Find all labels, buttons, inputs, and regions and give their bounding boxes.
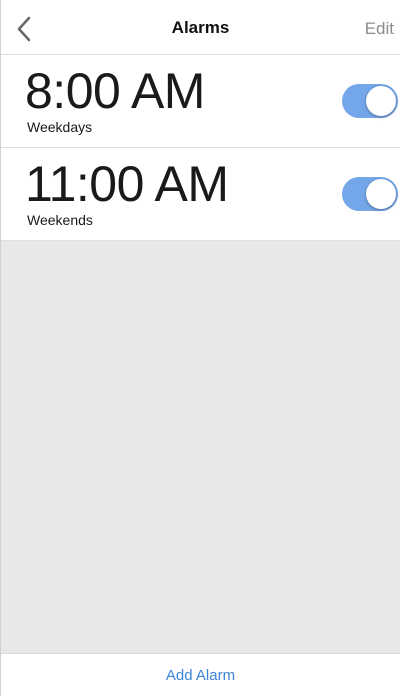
alarm-days: Weekends — [27, 212, 93, 228]
back-button[interactable] — [13, 14, 37, 44]
footer-bar: Add Alarm — [1, 653, 400, 696]
navigation-bar: Alarms Edit — [1, 0, 400, 55]
alarm-time: 11:00 AM — [25, 156, 229, 212]
alarm-toggle[interactable] — [342, 177, 398, 211]
alarm-days: Weekdays — [27, 119, 93, 135]
toggle-knob — [366, 86, 396, 116]
alarm-row[interactable]: 11:00 AM Weekends — [1, 148, 400, 241]
chevron-left-icon — [17, 16, 31, 42]
alarm-toggle[interactable] — [342, 84, 398, 118]
app-window: Alarms Edit 8:00 AM Weekdays 11:00 AM We… — [0, 0, 400, 696]
alarm-time: 8:00 AM — [25, 63, 205, 119]
alarm-row[interactable]: 8:00 AM Weekdays — [1, 55, 400, 148]
add-alarm-button[interactable]: Add Alarm — [1, 667, 400, 684]
edit-button[interactable]: Edit — [365, 19, 394, 39]
alarm-list: 8:00 AM Weekdays 11:00 AM Weekends — [1, 55, 400, 241]
toggle-knob — [366, 179, 396, 209]
page-title: Alarms — [171, 18, 230, 37]
